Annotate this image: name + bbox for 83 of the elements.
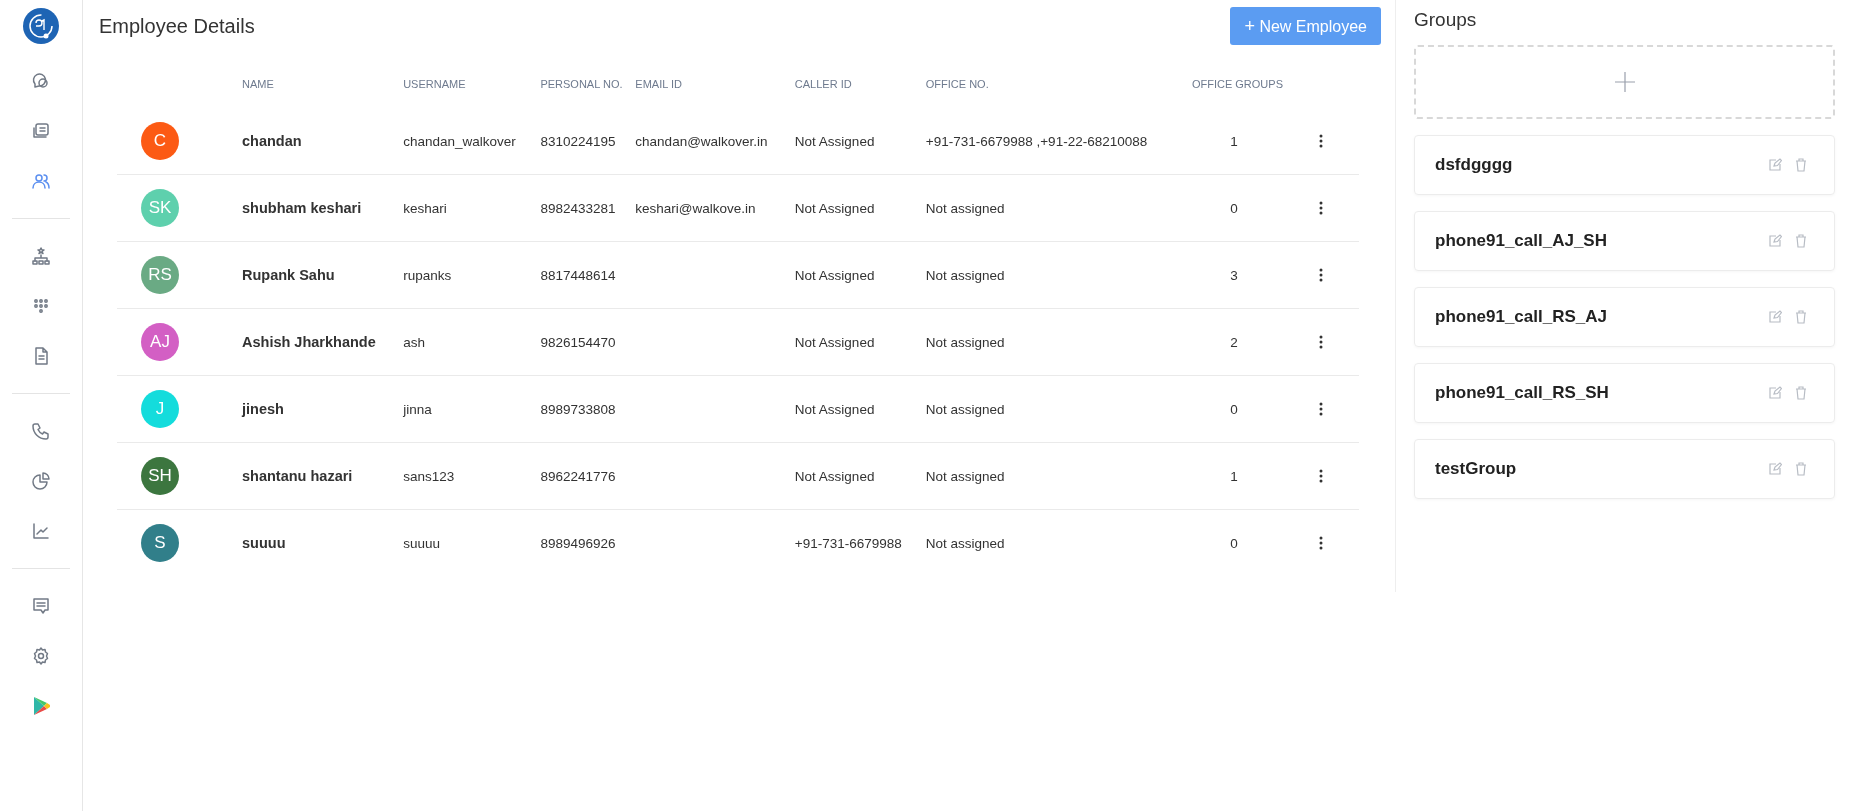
table-cell: 8962241776 bbox=[540, 468, 616, 484]
edit-icon[interactable] bbox=[1768, 462, 1782, 476]
avatar: S bbox=[141, 524, 179, 562]
groups-title: Groups bbox=[1414, 9, 1478, 31]
table-cell: Not Assigned bbox=[794, 267, 875, 283]
table-cell: suuuu bbox=[403, 535, 440, 551]
table-cell: shantanu hazari bbox=[242, 468, 353, 484]
column-header: OFFICE GROUPS bbox=[1190, 77, 1284, 92]
table-cell: Not assigned bbox=[925, 267, 1005, 283]
group-card[interactable]: phone91_call_RS_SH bbox=[1414, 363, 1835, 423]
table-cell: chandan_walkover bbox=[403, 133, 516, 149]
table-cell: keshari@walkove.in bbox=[635, 200, 756, 216]
avatar: SK bbox=[141, 189, 179, 227]
table-cell: 8982433281 bbox=[540, 200, 616, 216]
table-cell: 0 bbox=[1230, 401, 1238, 417]
avatar: RS bbox=[141, 256, 179, 294]
table-cell: Not Assigned bbox=[794, 468, 875, 484]
group-name: phone91_call_RS_SH bbox=[1435, 383, 1610, 403]
table-cell: Not Assigned bbox=[794, 133, 875, 149]
edit-icon[interactable] bbox=[1768, 234, 1782, 248]
table-cell: Not assigned bbox=[925, 200, 1005, 216]
table-cell: suuuu bbox=[242, 535, 286, 551]
page-title: Employee Details bbox=[99, 14, 255, 38]
table-cell: keshari bbox=[403, 200, 447, 216]
group-card[interactable]: phone91_call_AJ_SH bbox=[1414, 211, 1835, 271]
table-cell: 8817448614 bbox=[540, 267, 616, 283]
table-cell: Ashish Jharkhande bbox=[242, 334, 376, 350]
table-cell: 1 bbox=[1230, 133, 1238, 149]
avatar: C bbox=[141, 122, 179, 160]
group-name: phone91_call_AJ_SH bbox=[1435, 231, 1608, 251]
table-cell: Not Assigned bbox=[794, 401, 875, 417]
table-cell: Not Assigned bbox=[794, 200, 875, 216]
table-cell: 2 bbox=[1230, 334, 1238, 350]
plus-icon bbox=[1614, 72, 1635, 92]
table-cell: 3 bbox=[1230, 267, 1238, 283]
group-card[interactable]: dsfdgggg bbox=[1414, 135, 1835, 195]
group-name: phone91_call_RS_AJ bbox=[1435, 307, 1608, 327]
delete-icon[interactable] bbox=[1794, 158, 1808, 172]
logo-icon[interactable] bbox=[23, 8, 59, 44]
column-header: EMAIL ID bbox=[634, 77, 683, 92]
group-name: testGroup bbox=[1435, 459, 1518, 479]
table-cell: rupanks bbox=[403, 267, 452, 283]
table-cell: 8310224195 bbox=[540, 133, 616, 149]
table-cell: chandan@walkover.in bbox=[635, 133, 768, 149]
group-name: dsfdgggg bbox=[1435, 155, 1514, 175]
avatar: SH bbox=[141, 457, 179, 495]
table-cell: ash bbox=[403, 334, 425, 350]
delete-icon[interactable] bbox=[1794, 386, 1808, 400]
column-header: CALLER ID bbox=[793, 77, 853, 92]
table-cell: Not assigned bbox=[925, 401, 1005, 417]
column-header: PERSONAL NO. bbox=[539, 77, 624, 92]
table-cell: +91-731-6679988 bbox=[794, 535, 902, 551]
avatar: J bbox=[141, 390, 179, 428]
table-cell: Not assigned bbox=[925, 535, 1005, 551]
table-cell: 0 bbox=[1230, 535, 1238, 551]
table-cell: 8989496926 bbox=[540, 535, 616, 551]
delete-icon[interactable] bbox=[1794, 462, 1808, 476]
table-cell: chandan bbox=[242, 133, 302, 149]
table-cell: 9826154470 bbox=[540, 334, 616, 350]
edit-icon[interactable] bbox=[1768, 158, 1782, 172]
table-cell: sans123 bbox=[403, 468, 455, 484]
table-cell: 1 bbox=[1230, 468, 1238, 484]
group-card[interactable]: testGroup bbox=[1414, 439, 1835, 499]
delete-icon[interactable] bbox=[1794, 310, 1808, 324]
table-cell: +91-731-6679988 ,+91-22-68210088 bbox=[925, 133, 1148, 149]
avatar: AJ bbox=[141, 323, 179, 361]
table-cell: 8989733808 bbox=[540, 401, 616, 417]
table-cell: jinesh bbox=[242, 401, 284, 417]
table-cell: shubham keshari bbox=[242, 200, 362, 216]
edit-icon[interactable] bbox=[1768, 310, 1782, 324]
table-cell: Not assigned bbox=[925, 468, 1005, 484]
table-cell: Not assigned bbox=[925, 334, 1005, 350]
delete-icon[interactable] bbox=[1794, 234, 1808, 248]
table-cell: Not Assigned bbox=[794, 334, 875, 350]
column-header: USERNAME bbox=[402, 77, 467, 92]
table-cell: Rupank Sahu bbox=[242, 267, 335, 283]
table-cell: jinna bbox=[403, 401, 432, 417]
edit-icon[interactable] bbox=[1768, 386, 1782, 400]
column-header: OFFICE NO. bbox=[924, 77, 990, 92]
add-group-button[interactable] bbox=[1414, 45, 1835, 119]
column-header: NAME bbox=[241, 77, 275, 92]
table-cell: 0 bbox=[1230, 200, 1238, 216]
group-card[interactable]: phone91_call_RS_AJ bbox=[1414, 287, 1835, 347]
